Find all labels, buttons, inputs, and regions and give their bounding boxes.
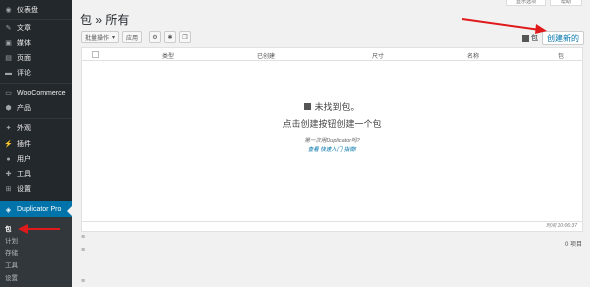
sidebar-item-tools[interactable]: ✚ 工具 [0,166,72,182]
header-actions: 包 创建新的 [522,31,584,45]
submenu-item-schedules[interactable]: 计划 [5,235,18,245]
bulk-actions-select[interactable]: 批量操作 ▾ [81,31,119,43]
quick-start-link[interactable]: 查看 快速入门 指南! [82,145,582,153]
sidebar-item-comments[interactable]: ▬ 评论 [0,65,72,81]
packages-button[interactable]: 包 [522,33,538,43]
empty-state: 未找到包。 点击创建按钮创建一个包 第一次用Duplicator吗? 查看 快速… [82,100,582,153]
package-icon [304,103,312,110]
sidebar-divider [0,83,72,84]
submenu-item-storage[interactable]: 存储 [5,247,18,257]
sidebar-item-label: 产品 [17,105,31,112]
sidebar-item-label: 外观 [17,125,31,132]
sidebar-item-label: WooCommerce [17,89,66,97]
sidebar-item-label: 插件 [17,141,31,148]
media-icon: ▣ [5,40,12,47]
empty-title: 未找到包。 [314,102,360,112]
sidebar-item-woocommerce[interactable]: ▭ WooCommerce [0,85,72,101]
sidebar-item-appearance[interactable]: ✦ 外观 [0,120,72,136]
submenu-item-tools[interactable]: 工具 [5,259,18,269]
sidebar-divider [0,118,72,119]
appearance-icon: ✦ [5,125,12,132]
column-created: 已创建 [257,54,276,60]
packages-table: 类型 已创建 尺寸 名称 包 未找到包。 点击创建按钮创建一个包 第一次用Dup… [81,47,583,232]
admin-sidebar: ◉ 仪表盘 ✎ 文章 ▣ 媒体 ▤ 页面 ▬ 评论 ▭ WooCommerce … [0,0,72,287]
page-icon: ▤ [5,55,12,62]
bulk-actions-label: 批量操作 [85,35,110,42]
copy-icon[interactable]: ❐ [179,31,191,43]
column-type: 类型 [162,54,175,60]
sidebar-item-label: 设置 [17,186,31,193]
submenu-item-packages[interactable]: 包 [5,223,12,233]
sidebar-item-users[interactable]: ● 用户 [0,151,72,167]
apply-button[interactable]: 应用 [122,31,142,43]
duplicator-submenu: 包 计划 存储 工具 设置 [0,217,72,287]
plugin-icon: ⚡ [4,141,13,148]
gear-icon[interactable]: ✱ [164,31,176,43]
sidebar-item-posts[interactable]: ✎ 文章 [0,20,72,36]
table-footer: 时间 10:06:37 [82,221,582,231]
column-size: 尺寸 [372,54,385,60]
current-menu-pointer [67,206,72,216]
chevron-down-icon: ▾ [111,34,115,41]
drag-handle-icon[interactable]: ≡ [81,234,85,241]
sidebar-item-dashboard[interactable]: ◉ 仪表盘 [0,2,72,18]
first-time-note: 第一次用Duplicator吗? [304,138,360,144]
sidebar-item-label: 媒体 [17,40,31,47]
product-icon: ⬢ [5,105,12,112]
column-package: 包 [558,54,565,60]
dashboard-icon: ◉ [5,7,12,14]
sidebar-item-label: 页面 [17,55,31,62]
settings-icon[interactable]: ⚙ [149,31,161,43]
sidebar-item-media[interactable]: ▣ 媒体 [0,35,72,51]
screen-options-tab[interactable]: 显示选项 [506,0,546,6]
duplicator-icon: ◈ [5,206,12,214]
column-name: 名称 [467,54,480,60]
sidebar-item-label: 用户 [17,156,31,163]
sidebar-item-settings[interactable]: ⊞ 设置 [0,181,72,197]
drag-handle-icon[interactable]: ≡ [81,278,85,285]
tool-icon: ✚ [5,171,12,178]
woocommerce-icon: ▭ [5,90,12,97]
submenu-item-settings[interactable]: 设置 [5,272,18,282]
empty-title-row: 未找到包。 [82,100,582,113]
sidebar-item-products[interactable]: ⬢ 产品 [0,100,72,116]
sidebar-item-label: 文章 [17,25,31,32]
pin-icon: ✎ [5,25,12,32]
sidebar-item-label: 评论 [17,70,31,77]
page-title: 包 » 所有 [80,13,130,27]
sidebar-item-pages[interactable]: ▤ 页面 [0,50,72,66]
create-new-button[interactable]: 创建新的 [542,31,584,45]
table-toolbar: 批量操作 ▾ 应用 ⚙ ✱ ❐ [81,31,191,43]
package-icon [522,34,529,42]
sidebar-item-duplicator-pro[interactable]: ◈ Duplicator Pro [0,201,72,218]
settings-icon: ⊞ [5,186,12,193]
help-tab[interactable]: 帮助 [550,0,582,6]
comment-icon: ▬ [5,69,12,77]
sidebar-item-label: 工具 [17,171,31,178]
select-all-checkbox[interactable] [92,51,99,58]
user-icon: ● [6,155,11,163]
packages-label: 包 [531,35,538,42]
sidebar-item-plugins[interactable]: ⚡ 插件 [0,136,72,152]
sidebar-item-label: 仪表盘 [17,7,38,14]
wp-admin-screen: ◉ 仪表盘 ✎ 文章 ▣ 媒体 ▤ 页面 ▬ 评论 ▭ WooCommerce … [0,0,590,287]
drag-handle-icon[interactable]: ≡ [81,247,85,254]
items-count: 0 项目 [564,242,582,248]
sidebar-item-label: Duplicator Pro [17,206,62,213]
empty-subtitle: 点击创建按钮创建一个包 [282,119,382,129]
table-header: 类型 已创建 尺寸 名称 包 [82,48,582,61]
